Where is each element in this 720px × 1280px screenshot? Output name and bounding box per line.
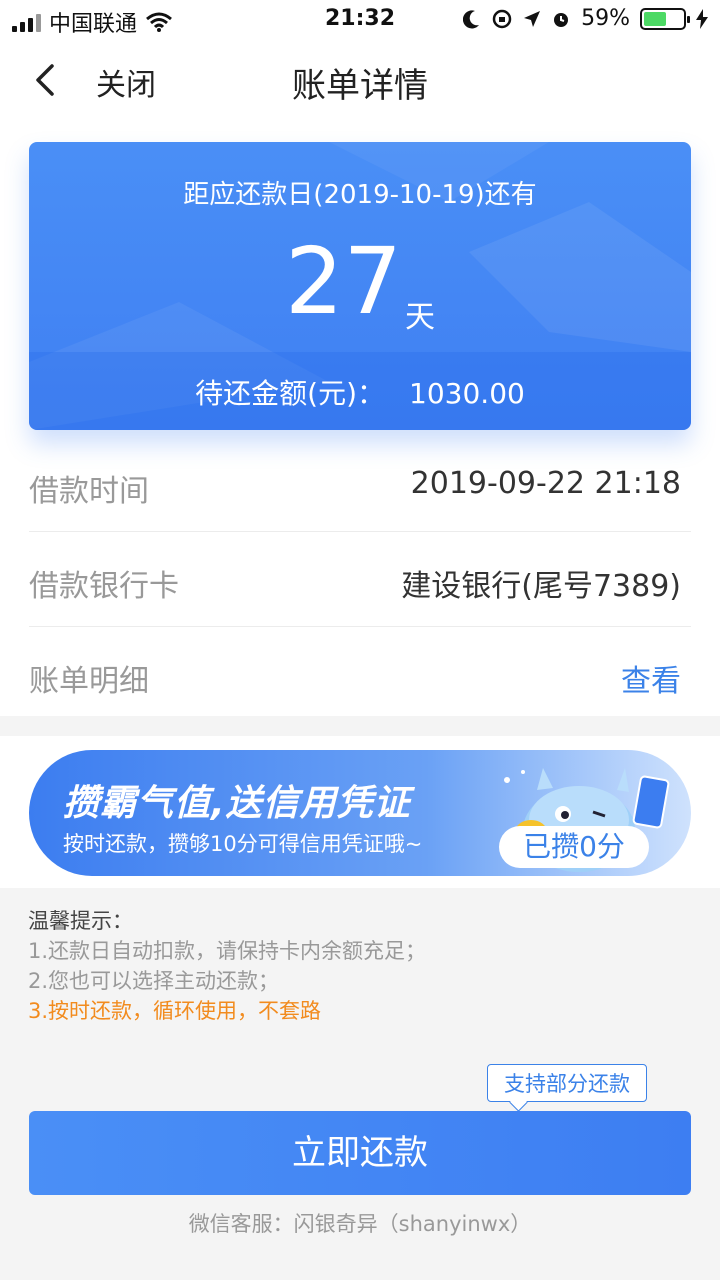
amount-label: 待还金额(元)： (195, 377, 386, 410)
battery-icon (640, 7, 690, 30)
tips-section: 温馨提示： 1.还款日自动扣款，请保持卡内余额充足； 2.您也可以选择主动还款；… (28, 906, 426, 1026)
partial-repayment-tooltip: 支持部分还款 (487, 1064, 647, 1102)
tip-item: 2.您也可以选择主动还款； (28, 969, 280, 993)
countdown-label: 距应还款日(2019-10-19)还有 (183, 180, 537, 210)
rotation-lock-icon (492, 9, 512, 28)
days-unit: 天 (405, 300, 435, 335)
amount-value: 1030.00 (409, 377, 525, 410)
tip-item: 1.还款日自动扣款，请保持卡内余额充足； (28, 939, 427, 963)
banner-title: 攒霸气值,送信用凭证 (63, 783, 411, 824)
amount-due: 待还金额(元)： 1030.00 (29, 372, 691, 412)
battery-percent: 59% (581, 6, 630, 31)
days-remaining: 27 (285, 228, 403, 335)
detail-label: 账单明细 (29, 664, 149, 699)
tip-item-highlight: 3.按时还款，循环使用，不套路 (28, 999, 322, 1023)
detail-label: 借款时间 (29, 474, 149, 509)
detail-row-bank-card: 借款银行卡 建设银行(尾号7389) (29, 531, 691, 627)
detail-value: 2019-09-22 21:18 (410, 466, 681, 501)
promo-section: 攒霸气值,送信用凭证 按时还款，攒够10分可得信用凭证哦~ 已攒0分 (0, 736, 720, 888)
page-title: 账单详情 (292, 66, 428, 106)
tips-title: 温馨提示： (28, 909, 133, 933)
location-icon (524, 10, 541, 27)
charging-icon (696, 8, 708, 29)
detail-row-loan-time: 借款时间 2019-09-22 21:18 (29, 436, 691, 532)
detail-value: 建设银行(尾号7389) (401, 569, 681, 604)
detail-row-bill-items[interactable]: 账单明细 查看 (29, 626, 691, 721)
repayment-summary-card: 距应还款日(2019-10-19)还有 27 天 待还金额(元)： 1030.00 (29, 142, 691, 430)
banner-subtitle: 按时还款，攒够10分可得信用凭证哦~ (63, 832, 423, 856)
moon-icon (463, 9, 480, 28)
score-badge: 已攒0分 (499, 826, 649, 868)
detail-label: 借款银行卡 (29, 569, 179, 604)
nav-bar: 关闭 账单详情 (0, 40, 720, 120)
repay-now-button[interactable]: 立即还款 (29, 1111, 691, 1195)
customer-service-info: 微信客服：闪银奇异（shanyinwx） (188, 1212, 532, 1236)
view-details-link[interactable]: 查看 (621, 656, 681, 700)
bill-main: 距应还款日(2019-10-19)还有 27 天 待还金额(元)： 1030.00… (0, 120, 720, 716)
promo-banner[interactable]: 攒霸气值,送信用凭证 按时还款，攒够10分可得信用凭证哦~ 已攒0分 (29, 750, 691, 876)
status-bar: 中国联通 21:32 59% (0, 0, 720, 40)
alarm-icon (554, 12, 569, 27)
